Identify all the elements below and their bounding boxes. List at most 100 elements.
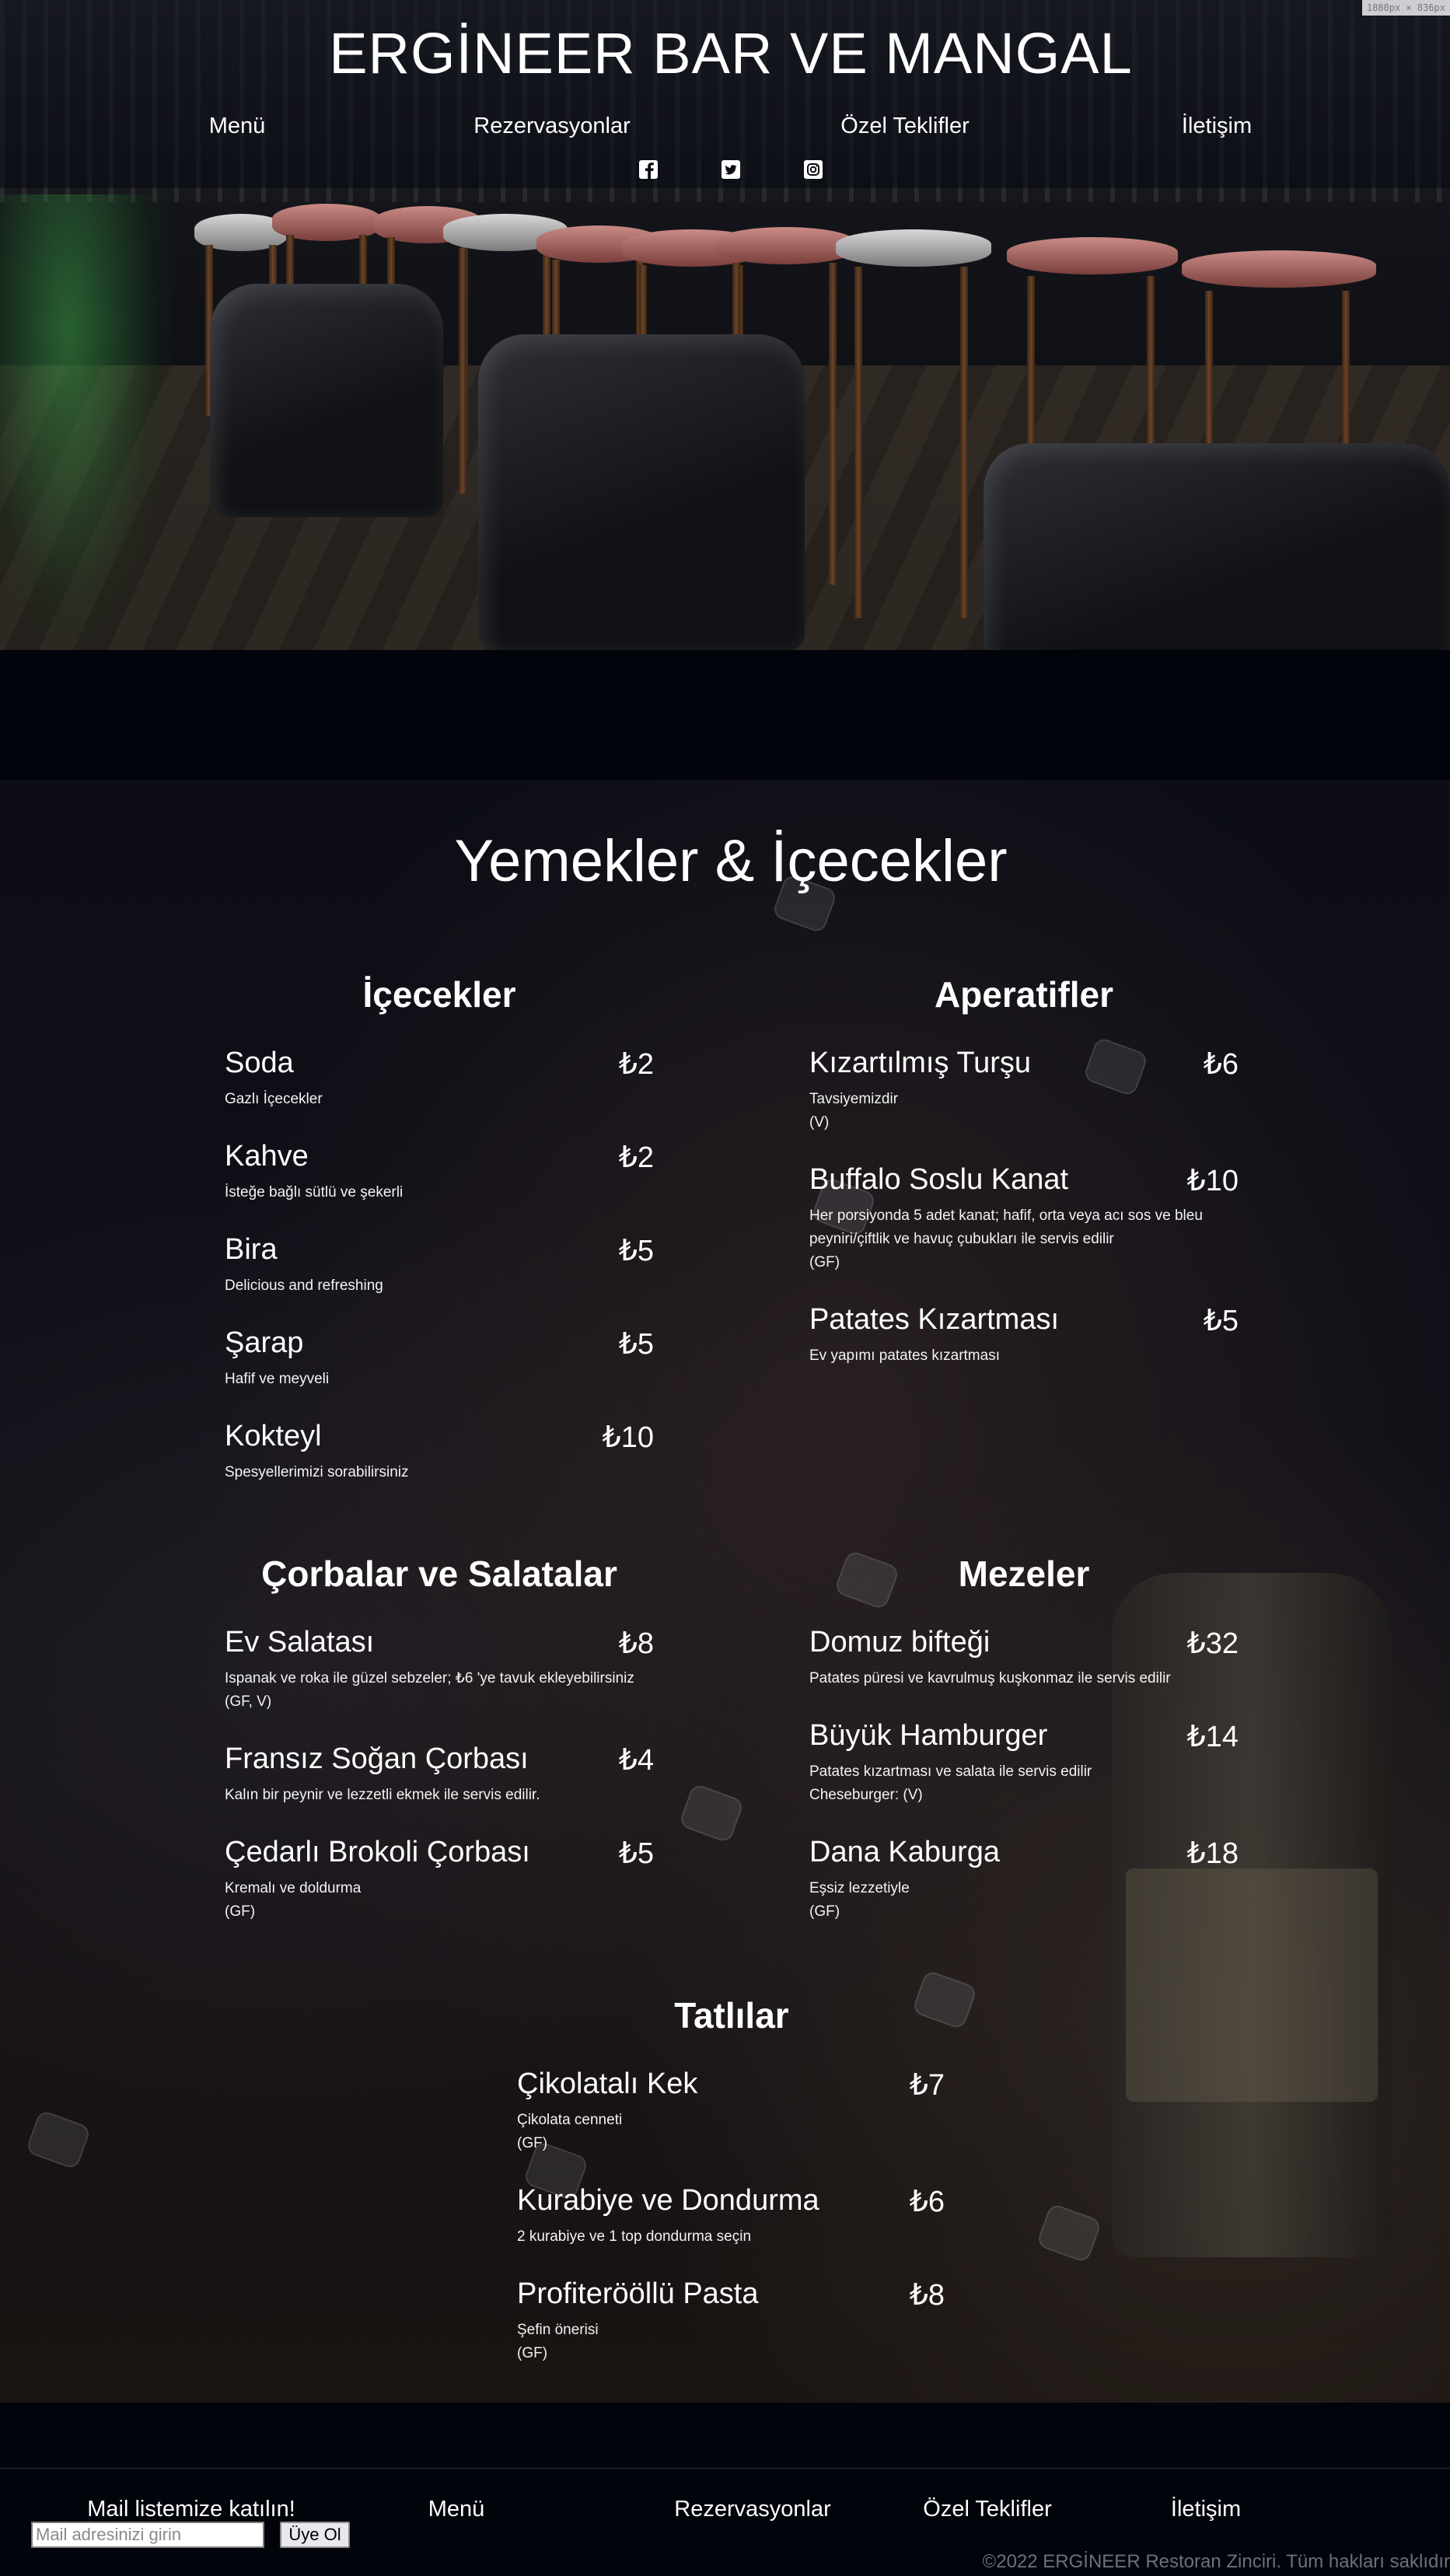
- item-price: ₺5: [618, 1328, 654, 1361]
- hero-banner: ERGİNEER BAR VE MANGAL Menü Rezervasyonl…: [0, 0, 1450, 650]
- item-price: ₺5: [618, 1235, 654, 1267]
- item-dietary-note: (GF): [809, 1254, 840, 1271]
- item-name: Kahve: [225, 1140, 309, 1173]
- ice-cube: [25, 2109, 92, 2171]
- item-dietary-note: (GF): [225, 1903, 256, 1920]
- item-dietary-note: (GF): [517, 2135, 548, 2151]
- item-description: Hafif ve meyveli: [225, 1371, 330, 1387]
- main-nav: Menü Rezervasyonlar Özel Teklifler İleti…: [0, 114, 1450, 145]
- twitter-icon[interactable]: [721, 159, 741, 180]
- footer-link-reservations[interactable]: Rezervasyonlar: [674, 2497, 830, 2522]
- ice-cube: [1036, 2202, 1102, 2264]
- nav-link-contact[interactable]: İletişim: [1182, 114, 1252, 139]
- item-description: Her porsiyonda 5 adet kanat; hafif, orta…: [809, 1208, 1203, 1247]
- category-title-drinks: İçecekler: [362, 974, 516, 1015]
- item-name: Kurabiye ve Dondurma: [517, 2184, 819, 2217]
- item-name: Bira: [225, 1233, 278, 1266]
- item-price: ₺2: [618, 1141, 654, 1174]
- menu-item: Patates Kızartması ₺5 Ev yapımı patates …: [809, 1303, 1239, 1368]
- footer-link-contact[interactable]: İletişim: [1171, 2497, 1241, 2522]
- item-name: Dana Kaburga: [809, 1836, 1001, 1868]
- item-description: İsteğe bağlı sütlü ve şekerli: [225, 1184, 404, 1201]
- ice-cube: [678, 1782, 745, 1844]
- instagram-icon[interactable]: [803, 159, 823, 180]
- menu-item: Kahve ₺2 İsteğe bağlı sütlü ve şekerli: [225, 1140, 654, 1204]
- item-dietary-note: (GF, V): [225, 1693, 272, 1710]
- item-price: ₺4: [618, 1744, 654, 1777]
- item-price: ₺5: [618, 1837, 654, 1870]
- item-price: ₺6: [909, 2186, 945, 2218]
- chair: [210, 284, 443, 517]
- menu-heading: Yemekler & İçecekler: [454, 828, 1008, 894]
- item-name: Kızartılmış Turşu: [809, 1047, 1032, 1079]
- menu-item: Bira ₺5 Delicious and refreshing: [225, 1233, 654, 1298]
- item-price: ₺6: [1203, 1048, 1239, 1081]
- item-name: Çedarlı Brokoli Çorbası: [225, 1836, 530, 1868]
- item-description: Spesyellerimizi sorabilirsiniz: [225, 1464, 409, 1480]
- footer-link-special-offers[interactable]: Özel Teklifler: [923, 2497, 1051, 2522]
- item-description: Patates püresi ve kavrulmuş kuşkonmaz il…: [809, 1670, 1171, 1686]
- category-title-soups-salads: Çorbalar ve Salatalar: [261, 1554, 617, 1594]
- item-dietary-note: Cheseburger: (V): [809, 1787, 923, 1803]
- item-description: Gazlı İçecekler: [225, 1091, 323, 1107]
- footer-link-menu[interactable]: Menü: [428, 2497, 485, 2522]
- menu-item: Çedarlı Brokoli Çorbası ₺5 Kremalı ve do…: [225, 1836, 654, 1924]
- subscribe-button[interactable]: Üye Ol: [280, 2522, 350, 2548]
- menu-item: Domuz bifteği ₺32 Patates püresi ve kavr…: [809, 1626, 1239, 1690]
- menu-item: Fransız Soğan Çorbası ₺4 Kalın bir peyni…: [225, 1742, 654, 1807]
- item-name: Çikolatalı Kek: [517, 2067, 698, 2100]
- item-price: ₺2: [618, 1048, 654, 1081]
- item-description: Ispanak ve roka ile güzel sebzeler; ₺6 '…: [225, 1670, 634, 1686]
- menu-item: Dana Kaburga ₺18 Eşsiz lezzetiyle (GF): [809, 1836, 1239, 1924]
- foreground-glass: [0, 194, 171, 650]
- social-links: [0, 159, 1450, 183]
- menu-item: Kurabiye ve Dondurma ₺6 2 kurabiye ve 1 …: [517, 2184, 945, 2249]
- item-name: Büyük Hamburger: [809, 1719, 1048, 1752]
- newsletter-title: Mail listemize katılın!: [87, 2497, 295, 2522]
- category-title-appetizers: Aperatifler: [934, 974, 1114, 1015]
- chair: [478, 334, 805, 650]
- nav-link-special-offers[interactable]: Özel Teklifler: [840, 114, 969, 139]
- menu-item: Çikolatalı Kek ₺7 Çikolata cenneti (GF): [517, 2067, 945, 2155]
- item-name: Patates Kızartması: [809, 1303, 1060, 1336]
- item-name: Soda: [225, 1047, 294, 1079]
- item-description: Şefin önerisi: [517, 2322, 599, 2338]
- item-description: Kalın bir peynir ve lezzetli ekmek ile s…: [225, 1787, 540, 1803]
- item-price: ₺8: [618, 1627, 654, 1660]
- item-name: Ev Salatası: [225, 1626, 375, 1658]
- menu-item: Kokteyl ₺10 Spesyellerimizi sorabilirsin…: [225, 1420, 654, 1484]
- item-price: ₺18: [1186, 1837, 1239, 1870]
- item-dietary-note: (V): [809, 1114, 830, 1131]
- item-description: Delicious and refreshing: [225, 1278, 383, 1294]
- menu-item: Soda ₺2 Gazlı İçecekler: [225, 1047, 654, 1111]
- item-price: ₺10: [1186, 1165, 1239, 1197]
- chair: [984, 443, 1450, 650]
- item-price: ₺32: [1186, 1627, 1239, 1660]
- menu-item: Ev Salatası ₺8 Ispanak ve roka ile güzel…: [225, 1626, 654, 1714]
- nav-link-menu[interactable]: Menü: [209, 114, 266, 139]
- newsletter-email-input[interactable]: [31, 2522, 264, 2548]
- item-description: Tavsiyemizdir: [809, 1091, 899, 1107]
- facebook-icon[interactable]: [638, 159, 659, 180]
- item-description: Ev yapımı patates kızartması: [809, 1347, 1000, 1364]
- menu-item: Büyük Hamburger ₺14 Patates kızartması v…: [809, 1719, 1239, 1807]
- bar-stool: [836, 229, 991, 618]
- item-description: 2 kurabiye ve 1 top dondurma seçin: [517, 2228, 752, 2245]
- item-description: Çikolata cenneti: [517, 2112, 623, 2128]
- item-name: Şarap: [225, 1326, 304, 1359]
- item-name: Fransız Soğan Çorbası: [225, 1742, 529, 1775]
- category-title-mains: Mezeler: [958, 1554, 1090, 1594]
- item-name: Domuz bifteği: [809, 1626, 991, 1658]
- item-price: ₺10: [602, 1421, 654, 1454]
- menu-item: Kızartılmış Turşu ₺6 Tavsiyemizdir (V): [809, 1047, 1239, 1134]
- nav-link-reservations[interactable]: Rezervasyonlar: [473, 114, 630, 139]
- copyright-text: ©2022 ERGİNEER Restoran Zinciri. Tüm hak…: [982, 2551, 1450, 2572]
- item-name: Kokteyl: [225, 1420, 322, 1452]
- category-title-desserts: Tatlılar: [674, 1995, 789, 2036]
- menu-item: Şarap ₺5 Hafif ve meyveli: [225, 1326, 654, 1391]
- item-name: Buffalo Soslu Kanat: [809, 1163, 1069, 1196]
- menu-item: Buffalo Soslu Kanat ₺10 Her porsiyonda 5…: [809, 1163, 1239, 1274]
- item-name: Profiterööllü Pasta: [517, 2277, 759, 2310]
- item-price: ₺5: [1203, 1305, 1239, 1337]
- item-description: Patates kızartması ve salata ile servis …: [809, 1763, 1092, 1780]
